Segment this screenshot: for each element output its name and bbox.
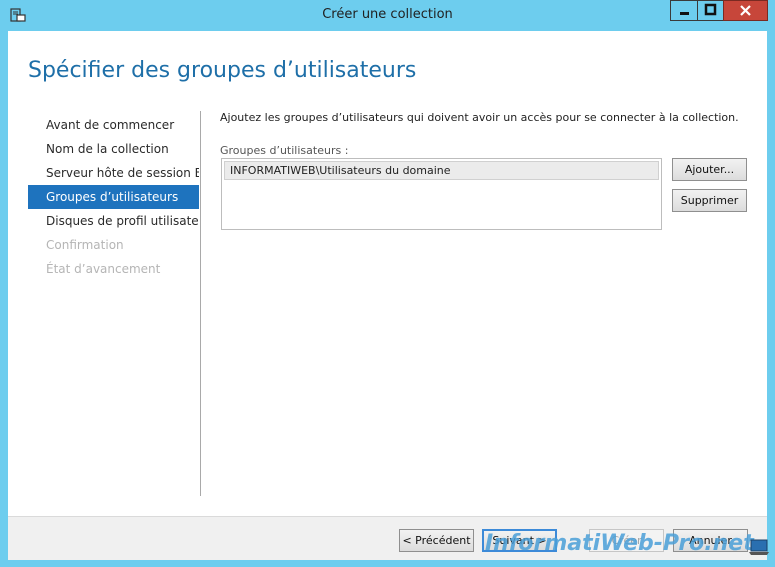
previous-button[interactable]: < Précédent (399, 529, 474, 552)
nav-item-avant-de-commencer[interactable]: Avant de commencer (28, 113, 199, 137)
laptop-logo-icon (749, 539, 769, 555)
page-title: Spécifier des groupes d’utilisateurs (28, 58, 417, 83)
nav-item-nom-collection[interactable]: Nom de la collection (28, 137, 199, 161)
groups-label: Groupes d’utilisateurs : (220, 144, 349, 157)
nav-item-confirmation: Confirmation (46, 238, 124, 252)
close-icon (740, 5, 751, 16)
nav-item-disques-profil[interactable]: Disques de profil utilisateur (28, 209, 199, 233)
wizard-steps-nav: Avant de commencer Nom de la collection … (28, 113, 199, 281)
list-item[interactable]: INFORMATIWEB\Utilisateurs du domaine (224, 161, 659, 180)
dialog-window: Créer une collection Spécifier des group… (0, 0, 775, 567)
minimize-icon (680, 12, 689, 15)
nav-item-groupes-utilisateurs[interactable]: Groupes d’utilisateurs (28, 185, 199, 209)
window-title: Créer une collection (322, 7, 453, 22)
remove-group-button[interactable]: Supprimer (672, 189, 747, 212)
close-button[interactable] (723, 0, 768, 21)
maximize-button[interactable] (697, 0, 724, 21)
title-bar[interactable]: Créer une collection (0, 0, 775, 31)
divider (200, 111, 201, 496)
dialog-content: Spécifier des groupes d’utilisateurs Ava… (8, 31, 767, 560)
main-panel: Ajoutez les groupes d’utilisateurs qui d… (220, 111, 750, 230)
site-watermark: InformatiWeb-Pro.net (485, 531, 754, 556)
instruction-text: Ajoutez les groupes d’utilisateurs qui d… (220, 111, 739, 124)
add-group-button[interactable]: Ajouter... (672, 158, 747, 181)
user-groups-list[interactable]: INFORMATIWEB\Utilisateurs du domaine (221, 158, 662, 230)
minimize-button[interactable] (670, 0, 698, 21)
nav-item-etat-avancement: État d’avancement (46, 262, 161, 276)
maximize-icon (704, 3, 717, 16)
nav-item-serveur-hote[interactable]: Serveur hôte de session B... (28, 161, 199, 185)
